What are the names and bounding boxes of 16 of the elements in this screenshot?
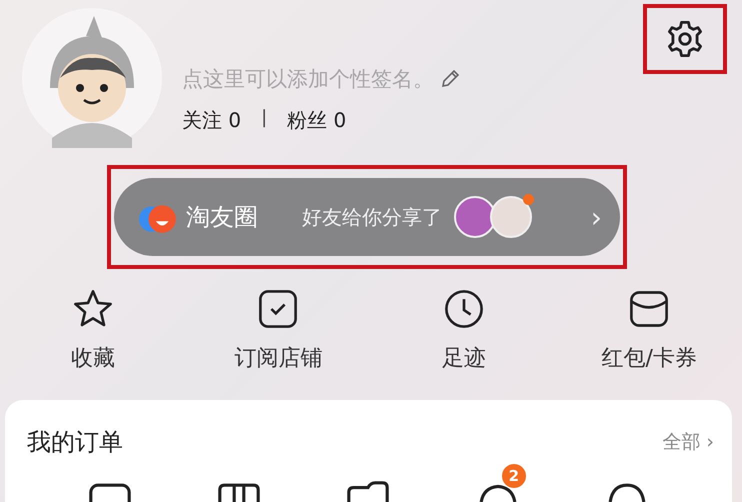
badge-count: 2	[502, 464, 526, 488]
view-all-link[interactable]: 全部 ›	[662, 429, 714, 455]
shortcut-label[interactable]: 足迹	[442, 343, 486, 373]
followers-count[interactable]: 粉丝 0	[287, 107, 346, 134]
shortcut-label[interactable]: 收藏	[70, 343, 115, 373]
shortcut-label[interactable]: 红包/卡券	[602, 343, 697, 373]
banner-message: 好友给你分享了	[302, 204, 442, 230]
following-count[interactable]: 关注 0	[182, 107, 242, 134]
separator-text: |	[261, 107, 268, 130]
orders-title: 我的订单	[27, 427, 123, 458]
shortcut-label[interactable]: 订阅店铺	[234, 343, 322, 373]
avatar-icon	[490, 196, 532, 238]
chevron-text: ›	[590, 200, 602, 234]
pencil-icon[interactable]	[440, 69, 460, 89]
friends-banner[interactable]: 淘友圈 好友给你分享了 ›	[114, 178, 620, 256]
banner-title: 淘友圈	[186, 202, 258, 233]
